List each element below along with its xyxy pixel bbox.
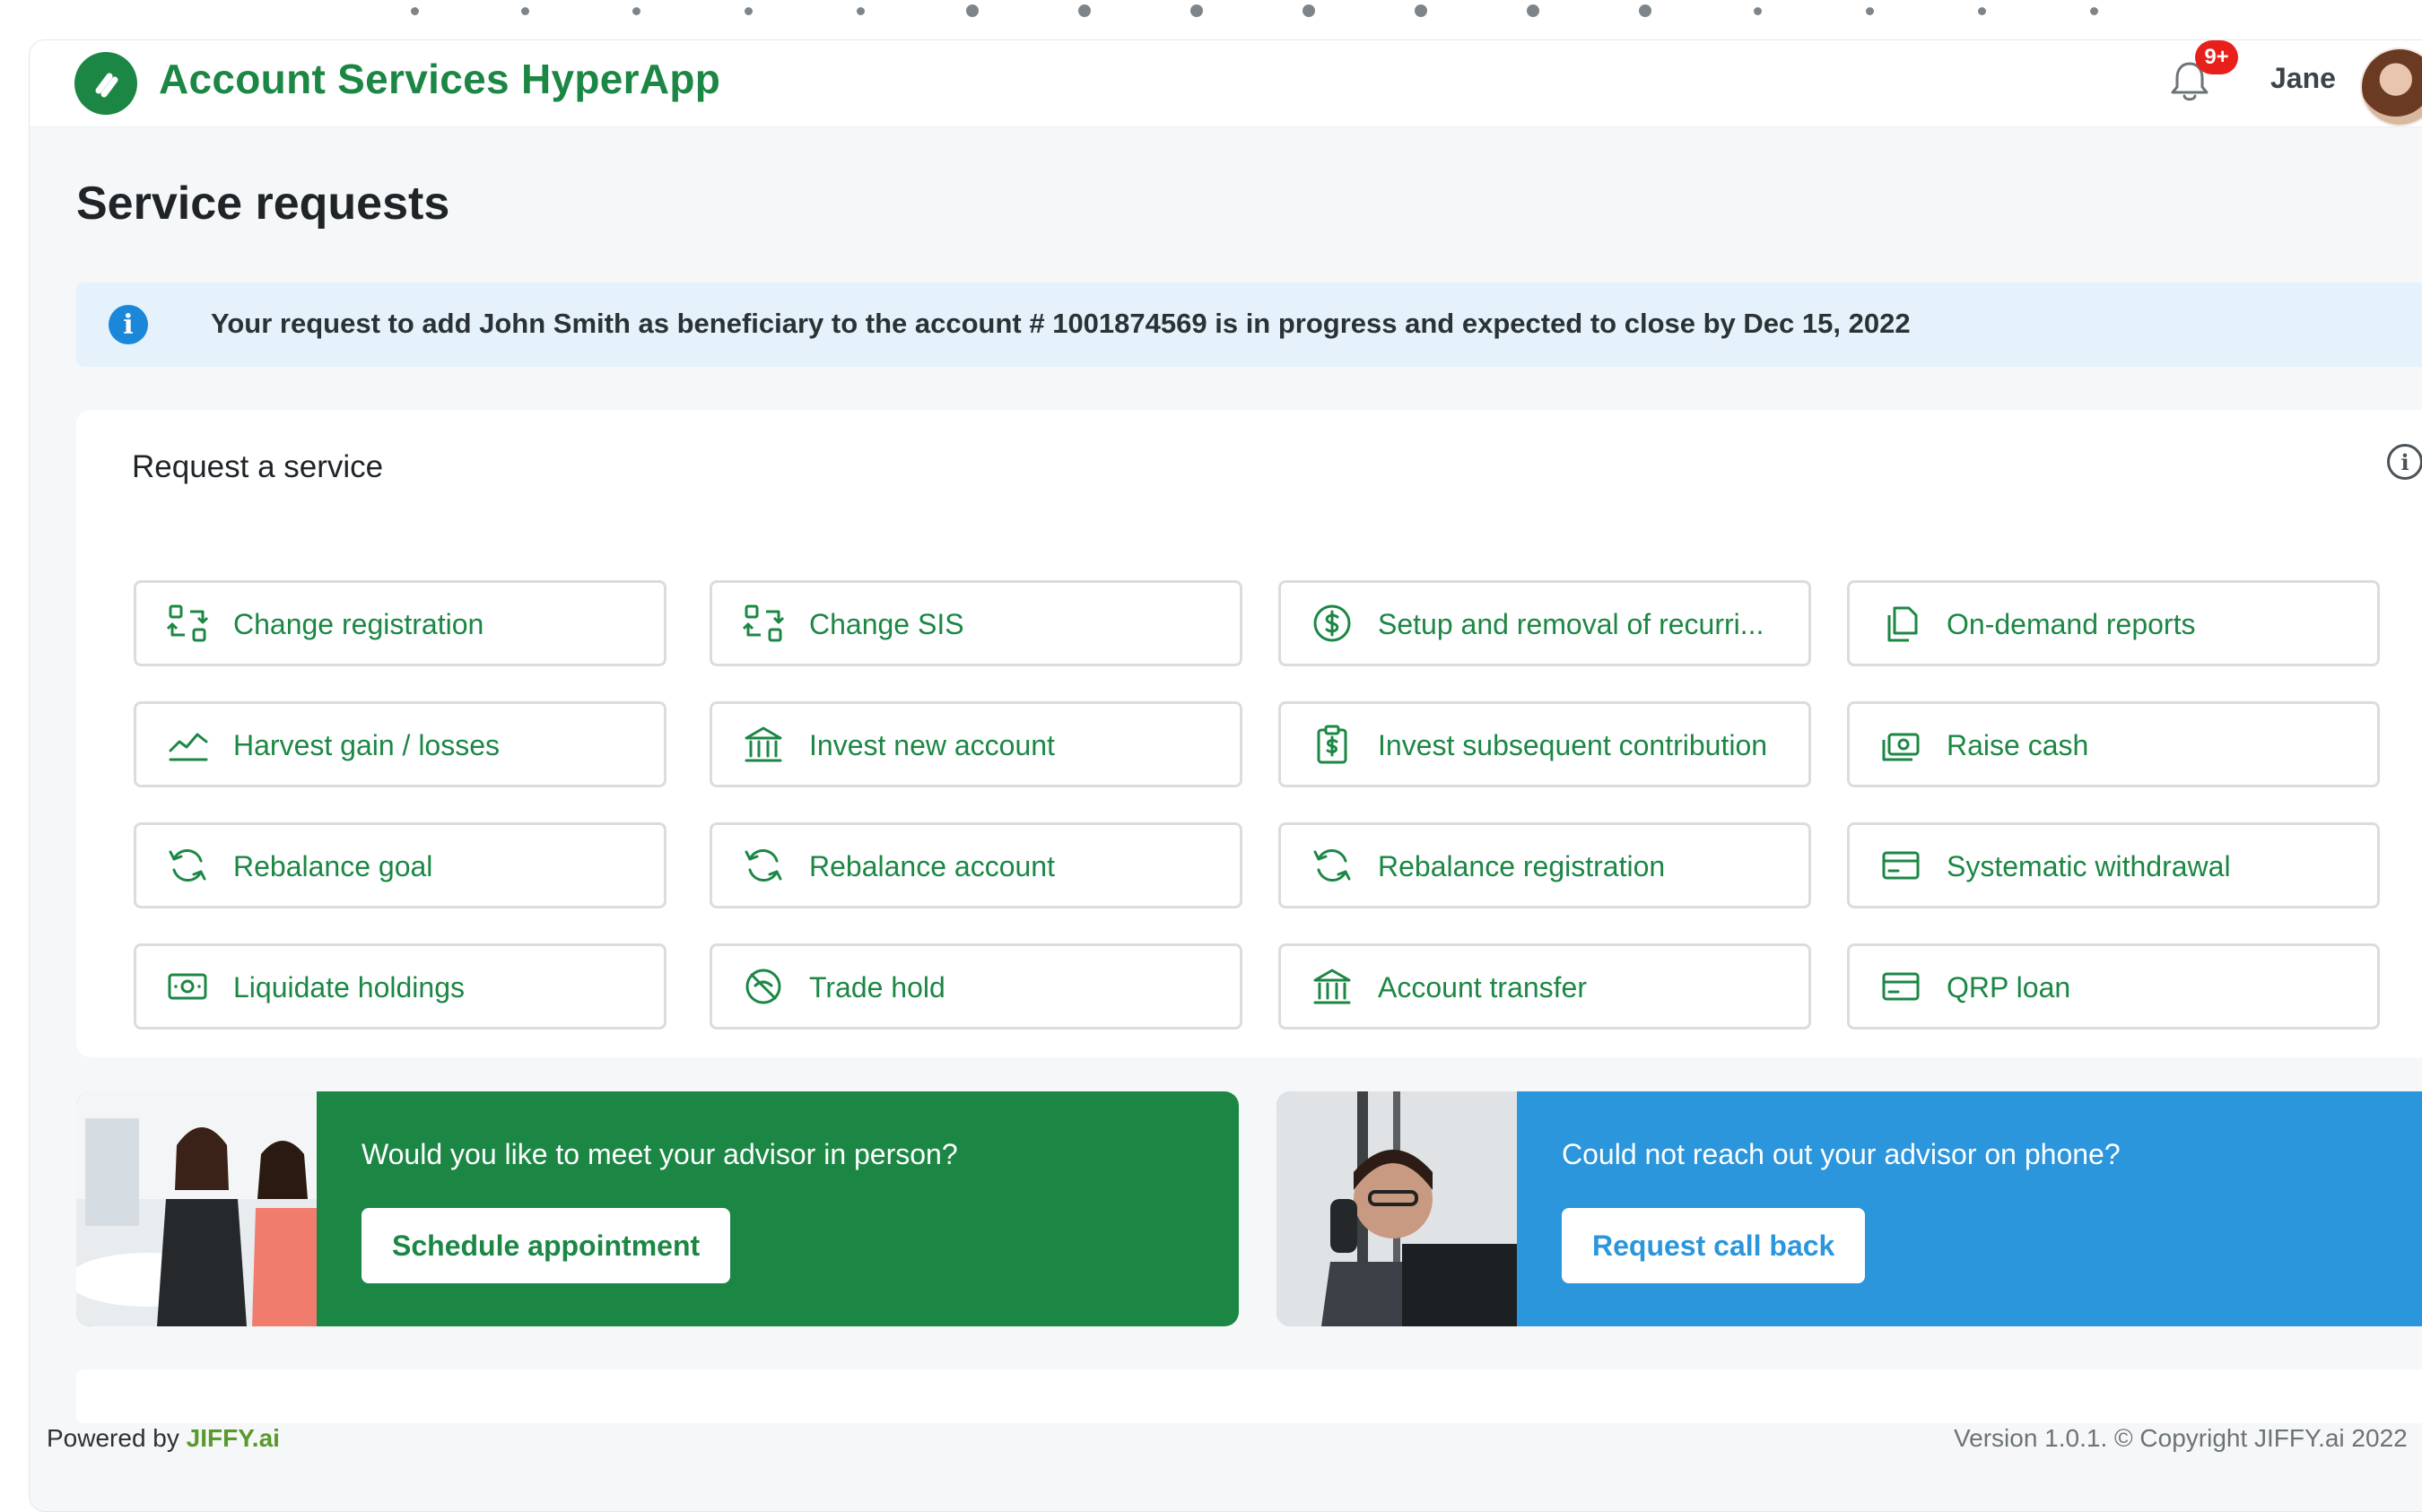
user-avatar[interactable] bbox=[2360, 48, 2422, 126]
dot bbox=[1977, 6, 1986, 15]
dot bbox=[1527, 4, 1539, 17]
service-button-label: Trade hold bbox=[809, 971, 945, 1004]
service-button-rebalance-goal[interactable]: Rebalance goal bbox=[134, 822, 666, 908]
dot bbox=[1639, 4, 1651, 17]
dot bbox=[1865, 6, 1874, 15]
notification-count-badge: 9+ bbox=[2195, 40, 2238, 74]
service-button-label: Rebalance registration bbox=[1378, 850, 1666, 882]
jiffy-logo[interactable]: JIFFY.ai bbox=[187, 1424, 280, 1452]
service-button-raise-cash[interactable]: Raise cash bbox=[1847, 701, 2380, 787]
service-button-rebalance-account[interactable]: Rebalance account bbox=[710, 822, 1242, 908]
call-back-promo: Could not reach out your advisor on phon… bbox=[1276, 1091, 2422, 1326]
header-bar: Account Services HyperApp 9+ Jane bbox=[30, 40, 2422, 127]
service-button-liquidate-holdings[interactable]: Liquidate holdings bbox=[134, 943, 666, 1030]
service-button-rebalance-registration[interactable]: Rebalance registration bbox=[1278, 822, 1811, 908]
advisor-meeting-photo bbox=[76, 1091, 317, 1326]
refresh-icon bbox=[745, 849, 782, 882]
service-button-on-demand-reports[interactable]: On-demand reports bbox=[1847, 580, 2380, 666]
service-button-label: Invest new account bbox=[809, 729, 1055, 761]
app-window: Account Services HyperApp 9+ Jane Servic… bbox=[29, 39, 2422, 1512]
swap-icon bbox=[743, 604, 784, 642]
dot bbox=[1753, 6, 1762, 15]
service-button-label: Setup and removal of recurri... bbox=[1378, 608, 1764, 640]
service-button-label: Rebalance account bbox=[809, 850, 1055, 882]
service-button-trade-hold[interactable]: Trade hold bbox=[710, 943, 1242, 1030]
status-banner-text: Your request to add John Smith as benefi… bbox=[211, 308, 1911, 339]
cash-stack-icon bbox=[1882, 733, 1920, 761]
dot bbox=[744, 6, 753, 15]
dot bbox=[410, 6, 419, 15]
service-button-invest-subsequent-contribution[interactable]: Invest subsequent contribution bbox=[1278, 701, 1811, 787]
page-title: Service requests bbox=[76, 178, 450, 230]
dot bbox=[1078, 4, 1091, 17]
bank-icon bbox=[745, 726, 782, 762]
app-title: Account Services HyperApp bbox=[159, 56, 721, 102]
request-service-card: Request a service i Change registration C… bbox=[76, 410, 2422, 1057]
service-button-qrp-loan[interactable]: QRP loan bbox=[1847, 943, 2380, 1030]
info-icon: i bbox=[109, 305, 148, 344]
service-button-account-transfer[interactable]: Account transfer bbox=[1278, 943, 1811, 1030]
app-logo-icon[interactable] bbox=[74, 52, 137, 115]
schedule-appointment-button[interactable]: Schedule appointment bbox=[362, 1208, 731, 1283]
swap-icon bbox=[167, 604, 208, 642]
refresh-icon bbox=[169, 849, 206, 882]
dot bbox=[966, 4, 979, 17]
service-button-invest-new-account[interactable]: Invest new account bbox=[710, 701, 1242, 787]
service-button-label: Invest subsequent contribution bbox=[1378, 729, 1768, 761]
service-button-label: Account transfer bbox=[1378, 971, 1587, 1004]
dot bbox=[856, 6, 865, 15]
service-button-change-sis[interactable]: Change SIS bbox=[710, 580, 1242, 666]
powered-by: Powered by JIFFY.ai bbox=[47, 1424, 280, 1453]
meet-advisor-question: Would you like to meet your advisor in p… bbox=[362, 1138, 958, 1170]
version-copyright: Version 1.0.1. © Copyright JIFFY.ai 2022 bbox=[1954, 1424, 2408, 1452]
user-name[interactable]: Jane bbox=[2270, 62, 2336, 95]
trend-line-icon bbox=[169, 733, 208, 761]
dot bbox=[1190, 4, 1203, 17]
footer-strip bbox=[76, 1369, 2422, 1423]
card-icon bbox=[1882, 972, 1920, 1001]
powered-by-label: Powered by bbox=[47, 1424, 179, 1452]
service-button-label: Change SIS bbox=[809, 608, 964, 640]
clipboard-dollar-icon bbox=[1317, 725, 1347, 764]
banknote-icon bbox=[168, 973, 207, 1000]
info-circle-icon[interactable]: i bbox=[2387, 444, 2422, 480]
dot bbox=[1302, 4, 1315, 17]
request-call-back-button[interactable]: Request call back bbox=[1562, 1208, 1866, 1283]
service-button-label: Change registration bbox=[233, 608, 484, 640]
top-dot-strip bbox=[0, 0, 2422, 36]
meet-advisor-promo: Would you like to meet your advisor in p… bbox=[76, 1091, 1239, 1326]
service-button-systematic-withdrawal[interactable]: Systematic withdrawal bbox=[1847, 822, 2380, 908]
dot bbox=[632, 6, 640, 15]
call-back-question: Could not reach out your advisor on phon… bbox=[1562, 1138, 2121, 1170]
service-button-label: Raise cash bbox=[1947, 729, 2089, 761]
service-button-harvest-gain-losses[interactable]: Harvest gain / losses bbox=[134, 701, 666, 787]
dot bbox=[2089, 6, 2098, 15]
service-button-setup-and-removal-of-recurri[interactable]: Setup and removal of recurri... bbox=[1278, 580, 1811, 666]
refresh-icon bbox=[1313, 849, 1351, 882]
advisor-phone-photo bbox=[1276, 1091, 1517, 1326]
service-button-label: QRP loan bbox=[1947, 971, 2071, 1004]
copy-document-icon bbox=[1887, 606, 1918, 642]
dollar-circle-icon bbox=[1313, 604, 1351, 642]
service-button-label: Liquidate holdings bbox=[233, 971, 465, 1004]
dot bbox=[1415, 4, 1427, 17]
service-button-change-registration[interactable]: Change registration bbox=[134, 580, 666, 666]
bank-icon bbox=[1313, 969, 1351, 1004]
service-button-label: Rebalance goal bbox=[233, 850, 433, 882]
service-button-label: Harvest gain / losses bbox=[233, 729, 501, 761]
block-icon bbox=[745, 969, 781, 1004]
service-button-label: Systematic withdrawal bbox=[1947, 850, 2231, 882]
dot bbox=[520, 6, 529, 15]
card-title: Request a service bbox=[132, 449, 384, 484]
card-icon bbox=[1882, 851, 1920, 880]
service-button-label: On-demand reports bbox=[1947, 608, 2196, 640]
status-banner: i Your request to add John Smith as bene… bbox=[76, 282, 2422, 367]
